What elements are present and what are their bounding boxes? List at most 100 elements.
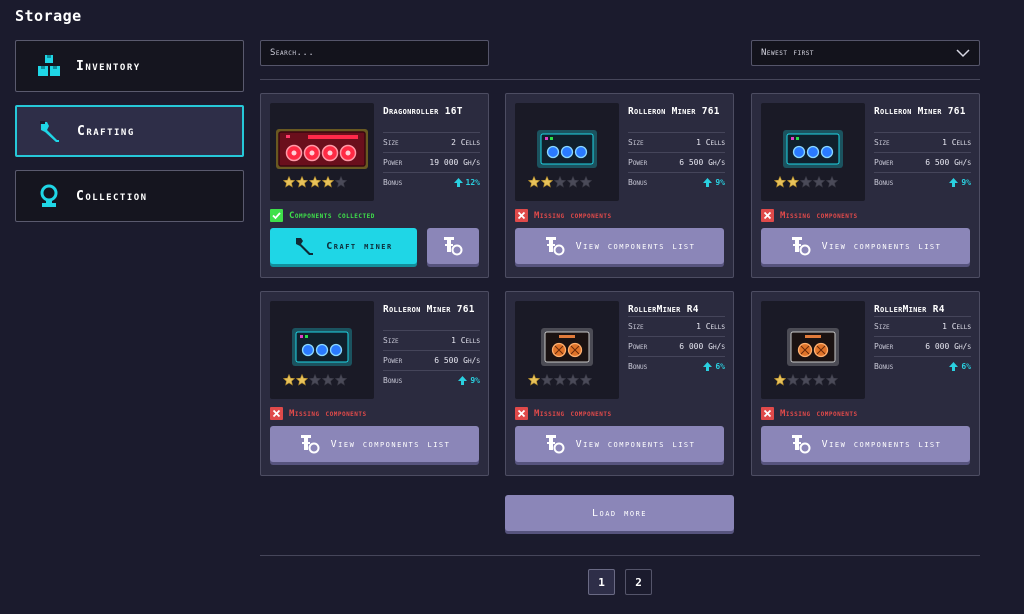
view-components-button[interactable]: View components list — [761, 426, 970, 462]
stat-power: Power 6 500 Gh/s — [628, 152, 725, 172]
star-icon — [579, 173, 593, 192]
status-missing: Missing components — [515, 407, 612, 420]
star-icon — [527, 173, 541, 192]
star-icon — [566, 371, 580, 390]
miner-card: Rolleron Miner 761 Size 1 Cells Power 6 500 … — [505, 93, 734, 278]
miner-name: Rolleron Miner 761 — [874, 106, 966, 117]
craft-miner-button[interactable]: Craft miner — [270, 228, 417, 264]
x-icon — [515, 407, 528, 420]
miner-stats: Size 1 Cells Power 6 000 Gh/s Bonus 6% — [874, 316, 971, 376]
miner-name: RollerMiner R4 — [874, 304, 945, 315]
star-icon — [579, 371, 593, 390]
star-icon — [334, 173, 348, 192]
miner-stats: Size 2 Cells Power 19 000 Gh/s Bonus 12% — [383, 132, 480, 192]
components-icon — [545, 237, 565, 256]
x-icon — [761, 407, 774, 420]
miner-name: Dragonroller 16T — [383, 106, 463, 117]
miner-image — [270, 301, 374, 399]
stat-bonus: Bonus 9% — [628, 172, 725, 192]
sidebar-item-label: Inventory — [76, 58, 141, 74]
stat-power: Power 6 500 Gh/s — [874, 152, 971, 172]
star-icon — [812, 173, 826, 192]
sidebar-item-collection[interactable]: Collection — [15, 170, 244, 222]
stat-power: Power 19 000 Gh/s — [383, 152, 480, 172]
star-icon — [786, 371, 800, 390]
view-components-button[interactable]: View components list — [515, 228, 724, 264]
stat-size: Size 2 Cells — [383, 132, 480, 152]
miner-card: Dragonroller 16T Size 2 Cells Power 19 000 G… — [260, 93, 489, 278]
miner-card: RollerMiner R4 Size 1 Cells Power 6 000 Gh/s… — [751, 291, 980, 476]
boxes-icon — [36, 53, 62, 79]
divider — [260, 555, 980, 556]
load-more-button[interactable]: Load more — [505, 495, 734, 531]
view-components-button[interactable]: View components list — [270, 426, 479, 462]
miner-image — [515, 103, 619, 201]
stat-size: Size 1 Cells — [628, 132, 725, 152]
status-collected: Components collected — [270, 209, 375, 222]
stat-size: Size 1 Cells — [628, 316, 725, 336]
status-missing: Missing components — [270, 407, 367, 420]
miner-card: RollerMiner R4 Size 1 Cells Power 6 000 Gh/s… — [505, 291, 734, 476]
components-icon — [444, 237, 463, 256]
stat-size: Size 1 Cells — [874, 132, 971, 152]
rating-stars — [773, 371, 839, 390]
components-icon — [791, 237, 811, 256]
stat-power: Power 6 000 Gh/s — [874, 336, 971, 356]
arrow-up-icon — [703, 178, 713, 187]
star-icon — [773, 371, 787, 390]
sidebar-item-inventory[interactable]: Inventory — [15, 40, 244, 92]
miner-image — [270, 103, 374, 201]
view-components-button[interactable]: View components list — [515, 426, 724, 462]
rating-stars — [773, 173, 839, 192]
star-icon — [553, 371, 567, 390]
star-icon — [295, 173, 309, 192]
view-components-button[interactable]: View components list — [761, 228, 970, 264]
page-title: Storage — [15, 7, 82, 25]
arrow-up-icon — [949, 178, 959, 187]
x-icon — [515, 209, 528, 222]
stat-power: Power 6 000 Gh/s — [628, 336, 725, 356]
miner-stats: Size 1 Cells Power 6 500 Gh/s Bonus 9% — [383, 330, 480, 390]
page-button-1[interactable]: 1 — [588, 569, 615, 595]
stat-bonus: Bonus 9% — [874, 172, 971, 192]
miner-name: RollerMiner R4 — [628, 304, 699, 315]
star-icon — [799, 371, 813, 390]
sidebar-item-label: Crafting — [77, 123, 135, 139]
star-icon — [825, 173, 839, 192]
stat-bonus: Bonus 12% — [383, 172, 480, 192]
divider — [260, 79, 980, 80]
star-icon — [527, 371, 541, 390]
stat-bonus: Bonus 9% — [383, 370, 480, 390]
stat-bonus: Bonus 6% — [628, 356, 725, 376]
stat-size: Size 1 Cells — [874, 316, 971, 336]
chevron-down-icon — [956, 48, 970, 57]
miner-name: Rolleron Miner 761 — [383, 304, 475, 315]
wrench-icon — [296, 238, 314, 255]
star-icon — [812, 371, 826, 390]
arrow-up-icon — [458, 376, 468, 385]
check-icon — [270, 209, 283, 222]
search-input[interactable] — [260, 40, 489, 66]
pagination: 1 2 — [588, 569, 652, 595]
sidebar-item-crafting[interactable]: Crafting — [15, 105, 244, 157]
miner-image — [515, 301, 619, 399]
miner-stats: Size 1 Cells Power 6 500 Gh/s Bonus 9% — [628, 132, 725, 192]
star-icon — [540, 371, 554, 390]
sort-select[interactable]: Newest first — [751, 40, 980, 66]
star-icon — [334, 371, 348, 390]
stat-bonus: Bonus 6% — [874, 356, 971, 376]
trophy-icon — [36, 183, 62, 209]
miner-card: Rolleron Miner 761 Size 1 Cells Power 6 500 … — [260, 291, 489, 476]
arrow-up-icon — [453, 178, 463, 187]
star-icon — [295, 371, 309, 390]
star-icon — [308, 371, 322, 390]
components-list-button[interactable] — [427, 228, 479, 264]
page-button-2[interactable]: 2 — [625, 569, 652, 595]
star-icon — [773, 173, 787, 192]
sort-value: Newest first — [761, 48, 814, 58]
x-icon — [761, 209, 774, 222]
rating-stars — [527, 371, 593, 390]
components-icon — [300, 435, 320, 454]
status-missing: Missing components — [761, 407, 858, 420]
miner-stats: Size 1 Cells Power 6 000 Gh/s Bonus 6% — [628, 316, 725, 376]
